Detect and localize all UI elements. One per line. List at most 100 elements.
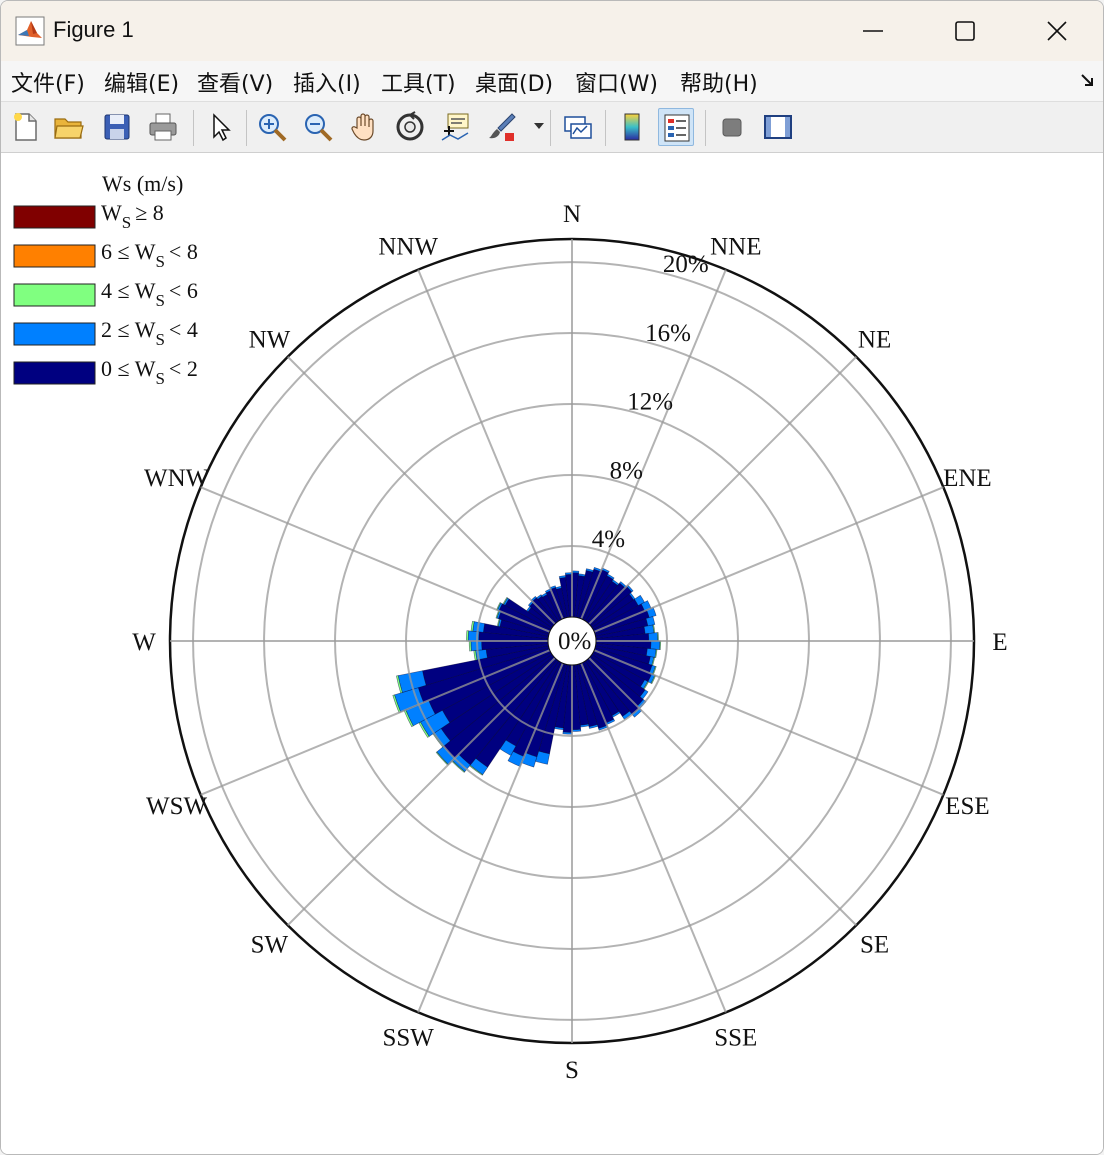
legend-swatch-0 — [13, 205, 96, 229]
close-icon — [1047, 21, 1067, 41]
menu-insert[interactable]: 插入(I) — [293, 66, 361, 98]
zoom-out-icon — [305, 114, 333, 142]
menu-view[interactable]: 查看(V) — [197, 66, 273, 98]
data-cursor-button[interactable] — [438, 108, 474, 146]
direction-label-NNW: NNW — [378, 234, 438, 261]
direction-label-WSW: WSW — [146, 793, 208, 820]
legend-swatch-4 — [13, 361, 96, 385]
pointer-icon — [213, 113, 231, 142]
save-icon — [104, 114, 130, 140]
save-button[interactable] — [99, 108, 135, 146]
hide-plot-tools-icon — [722, 118, 742, 137]
ring-label-4: 16% — [645, 320, 691, 347]
minimize-button[interactable] — [827, 1, 919, 61]
legend-label-0: WS ≥ 8 — [101, 200, 164, 232]
toolbar-separator — [705, 110, 706, 146]
maximize-button[interactable] — [919, 1, 1011, 61]
zoom-out-button[interactable] — [300, 108, 336, 146]
title-bar[interactable]: Figure 1 — [1, 1, 1103, 61]
legend-label-3: 2 ≤ WS < 4 — [101, 317, 198, 349]
menu-bar: 文件(F) 编辑(E) 查看(V) 插入(I) 工具(T) 桌面(D) 窗口(W… — [1, 61, 1103, 101]
window-title: Figure 1 — [53, 17, 134, 42]
wind-bar-S-1 — [562, 731, 573, 735]
link-plot-icon — [564, 116, 592, 139]
legend-swatch-1 — [13, 244, 96, 268]
wind-bar-E-1 — [643, 624, 655, 635]
colorbar-icon — [624, 113, 640, 141]
menu-window[interactable]: 窗口(W) — [575, 66, 658, 98]
direction-label-S: S — [565, 1057, 579, 1084]
ring-label-0: 0% — [558, 628, 591, 655]
menu-help[interactable]: 帮助(H) — [680, 66, 758, 98]
wind-bar-W-2 — [466, 630, 469, 642]
edit-plot-button[interactable] — [202, 108, 238, 146]
wind-bar-E-2 — [656, 632, 659, 642]
direction-label-SE: SE — [860, 932, 889, 959]
toolbar-separator — [605, 110, 606, 146]
grid-spoke — [287, 356, 556, 625]
brush-button[interactable] — [484, 108, 520, 146]
brush-dropdown-icon[interactable] — [534, 123, 544, 131]
brush-icon — [489, 113, 516, 141]
figure-window: Figure 1 文件(F) 编辑(E) 查看(V) 插入(I) 工具(T) 桌… — [0, 0, 1104, 1155]
figure-toolbar — [1, 101, 1103, 153]
matlab-logo-icon — [15, 16, 45, 46]
wind-rose-bars — [392, 567, 662, 776]
legend-swatch-3 — [13, 322, 96, 346]
legend-label-4: 0 ≤ WS < 2 — [101, 356, 198, 388]
pan-button[interactable] — [346, 108, 382, 146]
direction-label-ENE: ENE — [943, 465, 992, 492]
menu-tools[interactable]: 工具(T) — [381, 66, 456, 98]
menu-edit[interactable]: 编辑(E) — [104, 66, 179, 98]
grid-spoke — [588, 657, 857, 926]
ring-label-2: 8% — [610, 457, 643, 484]
direction-label-NE: NE — [858, 326, 891, 353]
toolbar-separator — [193, 110, 194, 146]
legend-swatch-2 — [13, 283, 96, 307]
wind-bar-N-1 — [571, 570, 580, 574]
direction-label-SSW: SSW — [382, 1024, 434, 1051]
minimize-icon — [863, 30, 883, 32]
pan-hand-icon — [351, 113, 374, 141]
figure-canvas[interactable]: 0% 4% 8% 12% 16% 20% N NNE NE ENE E ESE SE SSE S SSW SW W… — [1, 153, 1103, 1154]
wind-bar-S-1 — [571, 728, 582, 732]
wind-bar-N-1 — [564, 572, 573, 576]
data-cursor-icon — [441, 113, 469, 141]
zoom-in-icon — [259, 114, 287, 142]
open-file-icon — [54, 118, 84, 139]
close-button[interactable] — [1011, 1, 1103, 61]
hide-plot-tools-button[interactable] — [714, 108, 750, 146]
legend-label-2: 4 ≤ WS < 6 — [101, 278, 198, 310]
show-plot-tools-icon — [764, 115, 792, 139]
new-figure-button[interactable] — [7, 108, 43, 146]
ring-label-3: 12% — [627, 389, 673, 416]
menu-desktop[interactable]: 桌面(D) — [475, 66, 553, 98]
toolbar-separator — [246, 110, 247, 146]
zoom-in-button[interactable] — [254, 108, 290, 146]
legend-title: Ws (m/s) — [102, 171, 183, 196]
insert-colorbar-button[interactable] — [614, 108, 650, 146]
ring-label-5: 20% — [663, 251, 709, 278]
wind-bar-E-2 — [659, 640, 662, 651]
dock-arrow-icon[interactable] — [1079, 71, 1097, 89]
legend-label-1: 6 ≤ WS < 8 — [101, 239, 198, 271]
toolbar-separator — [550, 110, 551, 146]
rotate-3d-icon — [396, 111, 424, 141]
open-file-button[interactable] — [51, 108, 87, 146]
direction-label-W: W — [132, 629, 156, 656]
insert-legend-button[interactable] — [658, 108, 694, 146]
wind-bar-E-1 — [650, 640, 661, 650]
direction-label-N: N — [563, 201, 581, 228]
wind-bar-E-1 — [648, 632, 658, 642]
direction-label-NW: NW — [249, 326, 291, 353]
rotate-3d-button[interactable] — [392, 108, 428, 146]
wind-rose-chart[interactable]: 0% 4% 8% 12% 16% 20% N NNE NE ENE E ESE SE SSE S SSW SW W… — [1, 153, 1103, 1154]
menu-file[interactable]: 文件(F) — [11, 66, 85, 98]
legend[interactable]: Ws (m/s) WS ≥ 8 6 ≤ WS < 8 4 ≤ WS < 6 2 ≤ WS < 4… — [13, 171, 198, 388]
direction-label-WNW: WNW — [144, 465, 210, 492]
show-plot-tools-button[interactable] — [760, 108, 796, 146]
direction-label-SW: SW — [251, 932, 289, 959]
link-plot-button[interactable] — [560, 108, 596, 146]
print-button[interactable] — [145, 108, 181, 146]
print-icon — [149, 113, 177, 141]
